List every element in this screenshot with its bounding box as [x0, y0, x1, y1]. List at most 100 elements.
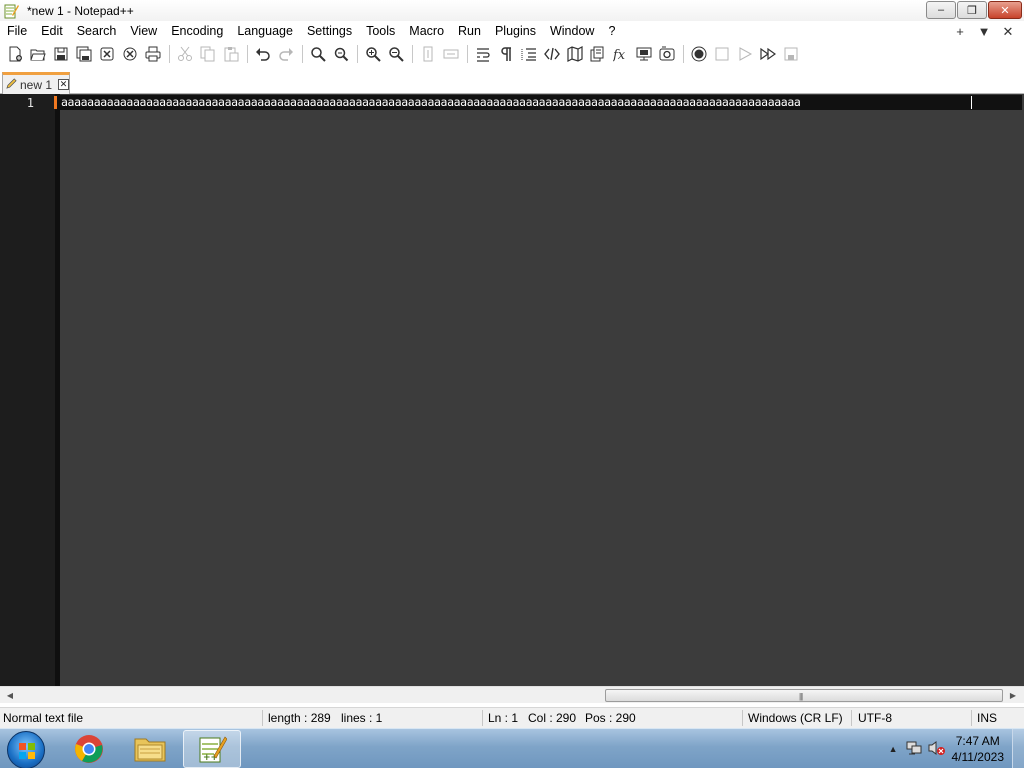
status-file-type: Normal text file	[3, 711, 84, 725]
fold-margin[interactable]	[55, 94, 60, 686]
show-hidden-icons-icon[interactable]: ▲	[889, 744, 898, 754]
print-icon[interactable]	[142, 43, 164, 65]
menu-edit[interactable]: Edit	[34, 21, 70, 42]
open-file-icon[interactable]	[27, 43, 49, 65]
zoom-out-icon[interactable]	[385, 43, 407, 65]
sync-vertical-icon[interactable]	[417, 43, 439, 65]
cut-icon[interactable]	[174, 43, 196, 65]
undo-icon[interactable]	[252, 43, 274, 65]
copy-icon[interactable]	[197, 43, 219, 65]
menu-file[interactable]: File	[0, 21, 34, 42]
status-length: length : 289	[268, 711, 331, 725]
status-separator	[262, 710, 263, 726]
new-tab-plus-icon[interactable]: +	[948, 24, 972, 39]
function-list-icon[interactable]: fx	[610, 43, 632, 65]
notepad-plus-plus-icon[interactable]: ++	[183, 730, 241, 768]
toolbar-separator	[357, 45, 358, 63]
save-icon[interactable]	[50, 43, 72, 65]
record-macro-icon[interactable]	[688, 43, 710, 65]
tab-close-icon[interactable]: ✕	[58, 79, 70, 90]
sync-horizontal-icon[interactable]	[440, 43, 462, 65]
find-icon[interactable]	[307, 43, 329, 65]
stop-macro-icon[interactable]	[711, 43, 733, 65]
toolbar: fx	[0, 42, 1024, 66]
scrollbar-grip-icon: |||	[799, 692, 803, 701]
close-document-icon[interactable]: ✕	[996, 24, 1020, 40]
indent-guide-icon[interactable]	[518, 43, 540, 65]
start-button[interactable]	[7, 731, 45, 768]
doc-list-icon[interactable]	[587, 43, 609, 65]
paste-icon[interactable]	[220, 43, 242, 65]
change-history-marker	[54, 96, 57, 109]
status-separator	[851, 710, 852, 726]
menu-tools[interactable]: Tools	[359, 21, 402, 42]
clock-date: 4/11/2023	[951, 750, 1005, 764]
scrollbar-thumb[interactable]: |||	[605, 689, 1003, 702]
status-separator	[742, 710, 743, 726]
text-caret	[971, 96, 972, 109]
zoom-in-icon[interactable]	[362, 43, 384, 65]
scroll-left-arrow-icon[interactable]: ◀	[3, 689, 17, 702]
save-macro-icon[interactable]	[780, 43, 802, 65]
status-insert-mode: INS	[977, 711, 998, 725]
tab-new-1[interactable]: new 1 ✕	[2, 72, 70, 94]
status-eol: Windows (CR LF)	[748, 711, 843, 725]
tab-list-dropdown-icon[interactable]: ▼	[972, 24, 996, 39]
window-title: *new 1 - Notepad++	[27, 3, 134, 18]
horizontal-scrollbar[interactable]: ◀ ||| ▶	[0, 686, 1024, 703]
network-icon[interactable]	[906, 740, 922, 759]
folder-workspace-icon[interactable]	[633, 43, 655, 65]
system-clock[interactable]: 7:47 AM 4/11/2023	[952, 733, 1005, 765]
show-desktop-button[interactable]	[1012, 729, 1024, 768]
status-encoding: UTF-8	[858, 711, 892, 725]
toolbar-separator	[302, 45, 303, 63]
scroll-right-arrow-icon[interactable]: ▶	[1006, 689, 1020, 702]
toolbar-separator	[247, 45, 248, 63]
menu-macro[interactable]: Macro	[402, 21, 451, 42]
minimize-button[interactable]: –	[926, 1, 956, 19]
menu-bar: File Edit Search View Encoding Language …	[0, 21, 1024, 42]
title-bar: *new 1 - Notepad++ – ❐ ✕	[0, 0, 1024, 21]
menu-run[interactable]: Run	[451, 21, 488, 42]
doc-map-icon[interactable]	[564, 43, 586, 65]
close-all-icon[interactable]	[119, 43, 141, 65]
new-file-icon[interactable]	[4, 43, 26, 65]
menu-encoding[interactable]: Encoding	[164, 21, 230, 42]
editor-area[interactable]: 1 aaaaaaaaaaaaaaaaaaaaaaaaaaaaaaaaaaaaaa…	[0, 94, 1024, 686]
save-all-icon[interactable]	[73, 43, 95, 65]
status-col: Col : 290	[528, 711, 577, 725]
svg-text:fx: fx	[613, 48, 626, 62]
status-bar: Normal text file length : 289 lines : 1 …	[0, 707, 1024, 728]
show-all-chars-icon[interactable]	[495, 43, 517, 65]
editor-line-text[interactable]: aaaaaaaaaaaaaaaaaaaaaaaaaaaaaaaaaaaaaaaa…	[61, 95, 973, 110]
menu-window[interactable]: Window	[543, 21, 601, 42]
play-macro-icon[interactable]	[734, 43, 756, 65]
udl-icon[interactable]	[541, 43, 563, 65]
redo-icon[interactable]	[275, 43, 297, 65]
menu-settings[interactable]: Settings	[300, 21, 359, 42]
tab-bar: new 1 ✕	[0, 70, 1024, 94]
windows-logo-icon	[19, 743, 35, 759]
menu-search[interactable]: Search	[70, 21, 124, 42]
toolbar-separator	[169, 45, 170, 63]
line-number: 1	[26, 96, 34, 110]
pencil-icon	[6, 77, 17, 92]
menu-plugins[interactable]: Plugins	[488, 21, 543, 42]
close-icon[interactable]	[96, 43, 118, 65]
notepad-plus-plus-icon	[3, 3, 19, 19]
monitoring-icon[interactable]	[656, 43, 678, 65]
menu-help[interactable]: ?	[601, 21, 622, 42]
line-number-gutter: 1	[0, 94, 55, 686]
menu-view[interactable]: View	[123, 21, 164, 42]
file-explorer-icon[interactable]	[121, 730, 179, 768]
clock-time: 7:47 AM	[955, 734, 1000, 748]
word-wrap-icon[interactable]	[472, 43, 494, 65]
maximize-button[interactable]: ❐	[957, 1, 987, 19]
replace-icon[interactable]	[330, 43, 352, 65]
volume-muted-icon[interactable]	[928, 740, 946, 759]
menu-language[interactable]: Language	[230, 21, 300, 42]
close-button[interactable]: ✕	[988, 1, 1022, 19]
chrome-icon[interactable]	[60, 730, 118, 768]
toolbar-separator	[467, 45, 468, 63]
run-macro-multiple-icon[interactable]	[757, 43, 779, 65]
